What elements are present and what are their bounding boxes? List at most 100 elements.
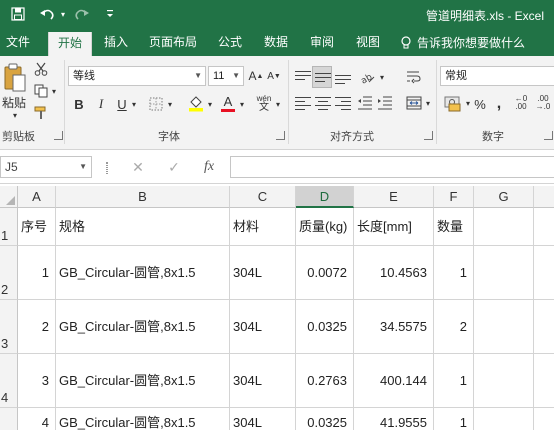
cell-g3[interactable] bbox=[474, 300, 534, 354]
align-middle-icon[interactable] bbox=[312, 66, 332, 88]
tell-me-search[interactable]: 告诉我你想要做什么 bbox=[400, 30, 525, 56]
decrease-font-size-button[interactable]: A ▼ bbox=[266, 66, 282, 86]
insert-function-button[interactable]: fx bbox=[198, 158, 220, 176]
wrap-text-icon[interactable] bbox=[404, 66, 424, 88]
number-launcher-icon[interactable] bbox=[544, 131, 553, 140]
cell-f2[interactable]: 1 bbox=[434, 246, 474, 300]
cell-e4[interactable]: 400.144 bbox=[354, 354, 434, 408]
format-painter-icon[interactable] bbox=[32, 104, 50, 122]
phonetic-guide-icon[interactable]: wén 文 bbox=[254, 92, 274, 114]
cell-h2[interactable] bbox=[534, 246, 554, 300]
cell-h1[interactable] bbox=[534, 208, 554, 246]
decrease-decimal-icon[interactable]: .00 →.0 bbox=[532, 92, 554, 114]
cell-h4[interactable] bbox=[534, 354, 554, 408]
cell-d3[interactable]: 0.0325 bbox=[296, 300, 354, 354]
fill-color-icon[interactable] bbox=[186, 92, 206, 114]
cell-f3[interactable]: 2 bbox=[434, 300, 474, 354]
underline-button[interactable]: U bbox=[114, 94, 130, 114]
cell-e3[interactable]: 34.5575 bbox=[354, 300, 434, 354]
merge-center-icon[interactable] bbox=[404, 94, 424, 112]
column-header-e[interactable]: E bbox=[354, 186, 434, 208]
cell-c5[interactable]: 304L bbox=[230, 408, 296, 430]
tab-data[interactable]: 数据 bbox=[256, 30, 296, 56]
formula-bar-grip-icon[interactable] bbox=[106, 162, 108, 174]
cell-d4[interactable]: 0.2763 bbox=[296, 354, 354, 408]
column-header-c[interactable]: C bbox=[230, 186, 296, 208]
redo-icon[interactable] bbox=[72, 4, 92, 24]
column-header-next[interactable] bbox=[534, 186, 554, 208]
fill-color-dropdown-icon[interactable]: ▾ bbox=[206, 96, 214, 112]
cell-c1[interactable]: 材料 bbox=[230, 208, 296, 246]
tab-review[interactable]: 审阅 bbox=[302, 30, 342, 56]
cell-f5[interactable]: 1 bbox=[434, 408, 474, 430]
cell-a3[interactable]: 2 bbox=[18, 300, 56, 354]
cut-icon[interactable] bbox=[32, 60, 50, 78]
alignment-launcher-icon[interactable] bbox=[424, 131, 433, 140]
cell-d2[interactable]: 0.0072 bbox=[296, 246, 354, 300]
tab-formulas[interactable]: 公式 bbox=[210, 30, 250, 56]
cell-h5[interactable] bbox=[534, 408, 554, 430]
font-color-dropdown-icon[interactable]: ▾ bbox=[238, 96, 246, 112]
decrease-indent-icon[interactable] bbox=[356, 94, 374, 112]
formula-input[interactable] bbox=[230, 156, 554, 178]
name-box[interactable]: J5 ▼ bbox=[0, 156, 92, 178]
percent-button[interactable]: % bbox=[472, 94, 488, 114]
enter-button[interactable]: ✓ bbox=[164, 158, 184, 176]
cell-a1[interactable]: 序号 bbox=[18, 208, 56, 246]
increase-indent-icon[interactable] bbox=[376, 94, 394, 112]
increase-decimal-icon[interactable]: ←0.00 bbox=[510, 92, 532, 114]
cell-g1[interactable] bbox=[474, 208, 534, 246]
comma-style-button[interactable]: , bbox=[492, 94, 506, 114]
align-right-icon[interactable] bbox=[334, 94, 352, 112]
row-header-1[interactable]: 1 bbox=[0, 208, 18, 246]
cell-c3[interactable]: 304L bbox=[230, 300, 296, 354]
copy-icon[interactable] bbox=[32, 82, 50, 100]
cell-b2[interactable]: GB_Circular-圆管,8x1.5 bbox=[56, 246, 230, 300]
number-format-combo[interactable]: 常规 bbox=[440, 66, 554, 86]
clipboard-launcher-icon[interactable] bbox=[54, 131, 63, 140]
column-header-d[interactable]: D bbox=[296, 186, 354, 208]
tab-home[interactable]: 开始 bbox=[48, 32, 92, 56]
cell-e5[interactable]: 41.9555 bbox=[354, 408, 434, 430]
tab-view[interactable]: 视图 bbox=[348, 30, 388, 56]
font-color-icon[interactable]: A bbox=[218, 92, 238, 114]
tab-insert[interactable]: 插入 bbox=[96, 30, 136, 56]
italic-button[interactable]: I bbox=[92, 94, 110, 114]
font-launcher-icon[interactable] bbox=[276, 131, 285, 140]
cell-a2[interactable]: 1 bbox=[18, 246, 56, 300]
align-left-icon[interactable] bbox=[294, 94, 312, 112]
cancel-button[interactable]: ✕ bbox=[128, 158, 148, 176]
merge-dropdown-icon[interactable]: ▾ bbox=[424, 96, 432, 110]
cell-f4[interactable]: 1 bbox=[434, 354, 474, 408]
cell-a5[interactable]: 4 bbox=[18, 408, 56, 430]
cell-f1[interactable]: 数量 bbox=[434, 208, 474, 246]
cell-g4[interactable] bbox=[474, 354, 534, 408]
accounting-format-icon[interactable] bbox=[442, 92, 464, 114]
customize-icon[interactable] bbox=[104, 4, 116, 24]
cell-g5[interactable] bbox=[474, 408, 534, 430]
align-bottom-icon[interactable] bbox=[334, 68, 352, 86]
font-name-combo[interactable]: 等线 ▼ bbox=[68, 66, 206, 86]
font-size-combo[interactable]: 11 ▼ bbox=[208, 66, 244, 86]
copy-dropdown-icon[interactable]: ▾ bbox=[50, 86, 58, 96]
column-header-a[interactable]: A bbox=[18, 186, 56, 208]
cell-b4[interactable]: GB_Circular-圆管,8x1.5 bbox=[56, 354, 230, 408]
accounting-dropdown-icon[interactable]: ▾ bbox=[464, 96, 472, 110]
cell-e1[interactable]: 长度[mm] bbox=[354, 208, 434, 246]
row-header-4[interactable]: 4 bbox=[0, 354, 18, 408]
paste-icon[interactable] bbox=[2, 60, 28, 96]
align-center-icon[interactable] bbox=[314, 94, 332, 112]
paste-dropdown-icon[interactable]: ▾ bbox=[8, 110, 22, 120]
undo-dropdown-icon[interactable]: ▾ bbox=[58, 4, 68, 24]
undo-icon[interactable] bbox=[36, 4, 58, 24]
cell-h3[interactable] bbox=[534, 300, 554, 354]
cell-b1[interactable]: 规格 bbox=[56, 208, 230, 246]
orientation-dropdown-icon[interactable]: ▾ bbox=[378, 70, 386, 84]
increase-font-size-button[interactable]: A ▲ bbox=[248, 66, 264, 86]
align-top-icon[interactable] bbox=[294, 68, 312, 86]
borders-icon[interactable] bbox=[146, 94, 166, 114]
cell-d1[interactable]: 质量(kg) bbox=[296, 208, 354, 246]
paste-button[interactable]: 粘贴 bbox=[0, 94, 28, 110]
column-header-b[interactable]: B bbox=[56, 186, 230, 208]
borders-dropdown-icon[interactable]: ▾ bbox=[166, 96, 174, 112]
